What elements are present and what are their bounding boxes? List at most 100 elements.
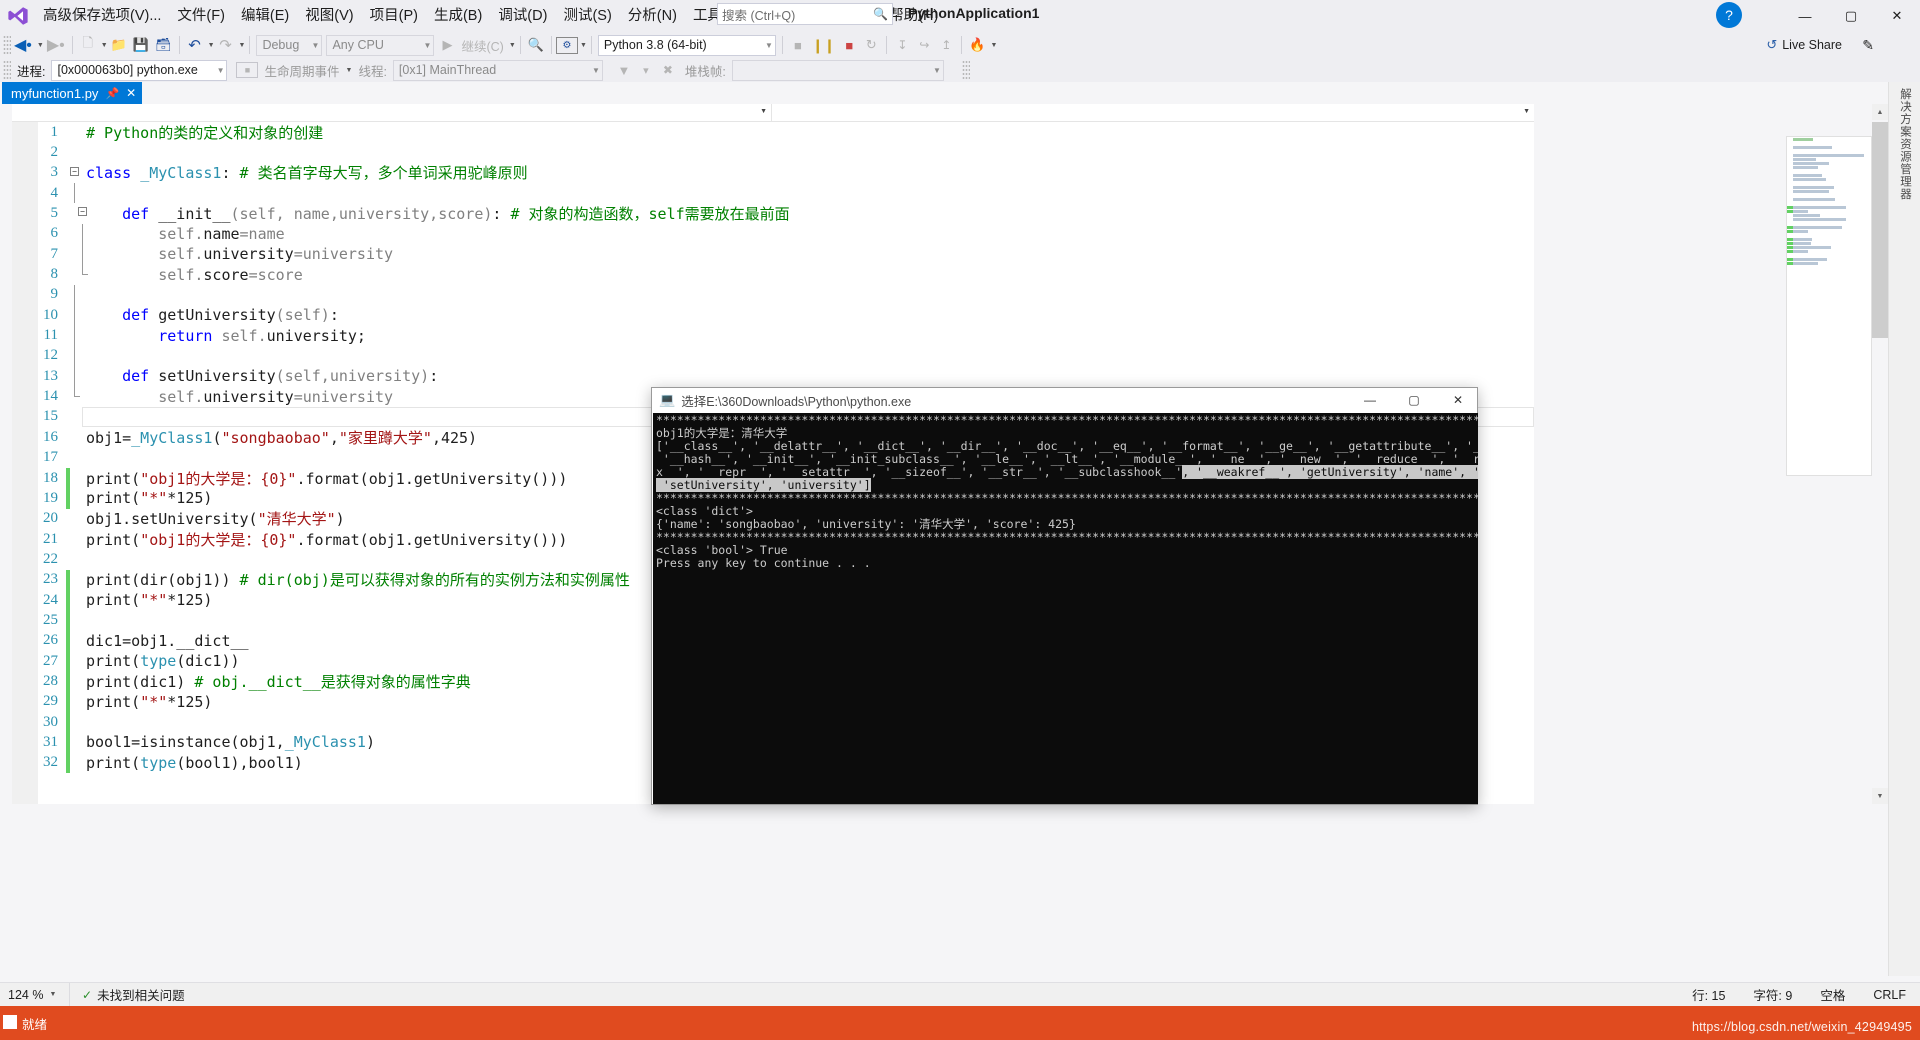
fold-collapse-icon[interactable]: − (78, 207, 87, 217)
code-minimap[interactable] (1786, 136, 1872, 476)
code-line[interactable]: 5 − def __init__(self, name,university,sc… (12, 203, 1534, 223)
hot-reload-dropdown-icon[interactable]: ▼ (989, 42, 998, 49)
lifecycle-dropdown-icon[interactable]: ▼ (344, 67, 353, 74)
line-ending-mode[interactable]: CRLF (1859, 988, 1920, 1002)
fold-column[interactable] (70, 183, 82, 204)
fold-column[interactable] (70, 509, 82, 529)
fold-column[interactable] (70, 590, 82, 610)
continue-button[interactable]: 继续(C) (458, 34, 506, 56)
close-icon[interactable]: ✕ (126, 86, 136, 100)
filter-settings-icon[interactable]: ▾ (635, 59, 657, 81)
stackframe-select[interactable]: ▼ (731, 59, 944, 81)
console-close-button[interactable]: ✕ (1439, 388, 1477, 412)
attach-to-process-icon[interactable]: 🔍 (525, 34, 547, 56)
platform-select[interactable]: Any CPU ▼ (326, 34, 435, 56)
pause-debug-icon[interactable]: ❙❙ (809, 34, 838, 56)
redo-dropdown-icon[interactable]: ▼ (237, 42, 246, 49)
code-line[interactable]: 2 (12, 142, 1534, 162)
fold-column[interactable] (70, 468, 82, 488)
continue-dropdown-icon[interactable]: ▼ (507, 42, 516, 49)
break-all-icon[interactable]: ■ (787, 34, 809, 56)
fold-column[interactable] (70, 386, 82, 406)
filter-icon[interactable]: ▼ (613, 59, 635, 81)
code-line[interactable]: 9 (12, 284, 1534, 306)
step-into-icon[interactable]: ↧ (891, 34, 913, 56)
redo-icon[interactable]: ↷ (215, 34, 237, 56)
pin-icon[interactable]: 📌 (105, 87, 119, 100)
fold-column[interactable] (70, 651, 82, 671)
menu-item-project[interactable]: 项目(P) (362, 5, 426, 28)
fold-column[interactable] (70, 753, 82, 773)
undo-dropdown-icon[interactable]: ▼ (206, 42, 215, 49)
fold-column[interactable] (70, 631, 82, 651)
new-file-icon[interactable]: 🗋 (77, 34, 99, 56)
fold-column[interactable]: − (70, 203, 87, 223)
search-input[interactable]: 搜索 (Ctrl+Q) 🔍 (717, 3, 893, 25)
fold-column[interactable] (70, 142, 82, 162)
no-call-stack-icon[interactable]: ✖ (657, 59, 679, 81)
stop-debug-icon[interactable]: ■ (838, 34, 860, 56)
code-line[interactable]: 4 (12, 183, 1534, 204)
fold-column[interactable] (70, 692, 82, 712)
fold-column[interactable] (70, 488, 82, 508)
solution-explorer-dock[interactable]: 解决方案资源管理器 (1888, 82, 1920, 976)
code-line[interactable]: 3 − class _MyClass1: # 类名首字母大写，多个单词采用驼峰原则 (12, 163, 1534, 183)
fold-column[interactable] (70, 345, 82, 367)
python-console-window[interactable]: 💻 选择E:\360Downloads\Python\python.exe — … (651, 387, 1478, 805)
fold-column[interactable] (70, 427, 82, 447)
menu-item-advanced-save[interactable]: 高级保存选项(V)... (35, 5, 169, 28)
step-out-icon[interactable]: ↥ (935, 34, 957, 56)
menu-item-view[interactable]: 视图(V) (297, 5, 361, 28)
fold-column[interactable] (70, 366, 82, 387)
restart-debug-icon[interactable]: ↻ (860, 34, 882, 56)
fold-column[interactable] (70, 264, 88, 284)
console-output[interactable]: ****************************************… (653, 413, 1478, 804)
navigate-forward-icon[interactable]: ▶• (44, 34, 68, 56)
code-line[interactable]: 6 self.name=name (12, 223, 1534, 245)
toolbar-grip[interactable] (3, 60, 11, 80)
process-select[interactable]: [0x000063b0] python.exe ▼ (51, 59, 228, 81)
zoom-level-control[interactable]: 124 % ▼ (0, 982, 70, 1007)
code-line[interactable]: 11 return self.university; (12, 325, 1534, 346)
fold-column[interactable] (70, 325, 82, 346)
fold-column[interactable] (70, 244, 83, 265)
code-line[interactable]: 7 self.university=university (12, 244, 1534, 265)
fold-column[interactable] (70, 671, 82, 691)
code-line[interactable]: 8 self.score=score (12, 264, 1534, 284)
fold-column[interactable] (70, 529, 82, 549)
interpreter-select[interactable]: Python 3.8 (64-bit) ▼ (597, 34, 776, 56)
vertical-scrollbar-thumb[interactable] (1872, 122, 1888, 338)
undo-icon[interactable]: ↶ (184, 34, 206, 56)
toolbar-overflow-grip[interactable] (961, 60, 970, 80)
back-dropdown-icon[interactable]: ▼ (35, 42, 44, 49)
hot-reload-icon[interactable]: 🔥 (966, 34, 988, 56)
fold-column[interactable]: − (70, 163, 82, 183)
fold-column[interactable] (70, 407, 82, 427)
scroll-up-button[interactable]: ▲ (1872, 104, 1888, 120)
editor-scrollbar-column[interactable]: ▲ ▼ (1784, 104, 1888, 804)
configuration-select[interactable]: Debug ▼ (256, 34, 323, 56)
menu-item-debug[interactable]: 调试(D) (490, 5, 555, 28)
code-line[interactable]: 10 def getUniversity(self): (12, 305, 1534, 326)
debug-target-settings-icon[interactable]: ⚙ (555, 36, 578, 54)
console-maximize-button[interactable]: ▢ (1395, 388, 1433, 412)
issues-status[interactable]: ✓ 未找到相关问题 (70, 985, 185, 1004)
lifecycle-events-icon[interactable]: ■ (236, 62, 259, 78)
scope-dropdown[interactable]: ▼ (12, 104, 772, 122)
feedback-icon[interactable]: ✎ (1862, 37, 1874, 54)
settings-dropdown-icon[interactable]: ▼ (578, 42, 587, 49)
open-file-icon[interactable]: 📁 (108, 34, 130, 56)
save-all-icon[interactable]: 🗃 (152, 34, 175, 56)
menu-item-file[interactable]: 文件(F) (169, 5, 233, 28)
menu-item-build[interactable]: 生成(B) (426, 5, 490, 28)
close-button[interactable]: ✕ (1874, 0, 1920, 32)
scroll-down-button[interactable]: ▼ (1872, 788, 1888, 804)
code-line[interactable]: 1 # Python的类的定义和对象的创建 (12, 122, 1534, 142)
maximize-button[interactable]: ▢ (1828, 0, 1874, 32)
fold-column[interactable] (70, 549, 82, 569)
fold-column[interactable] (70, 732, 82, 752)
navigate-back-icon[interactable]: ◀• (11, 34, 35, 56)
menu-item-test[interactable]: 测试(S) (555, 5, 619, 28)
fold-column[interactable] (70, 610, 82, 630)
console-minimize-button[interactable]: — (1351, 388, 1389, 412)
